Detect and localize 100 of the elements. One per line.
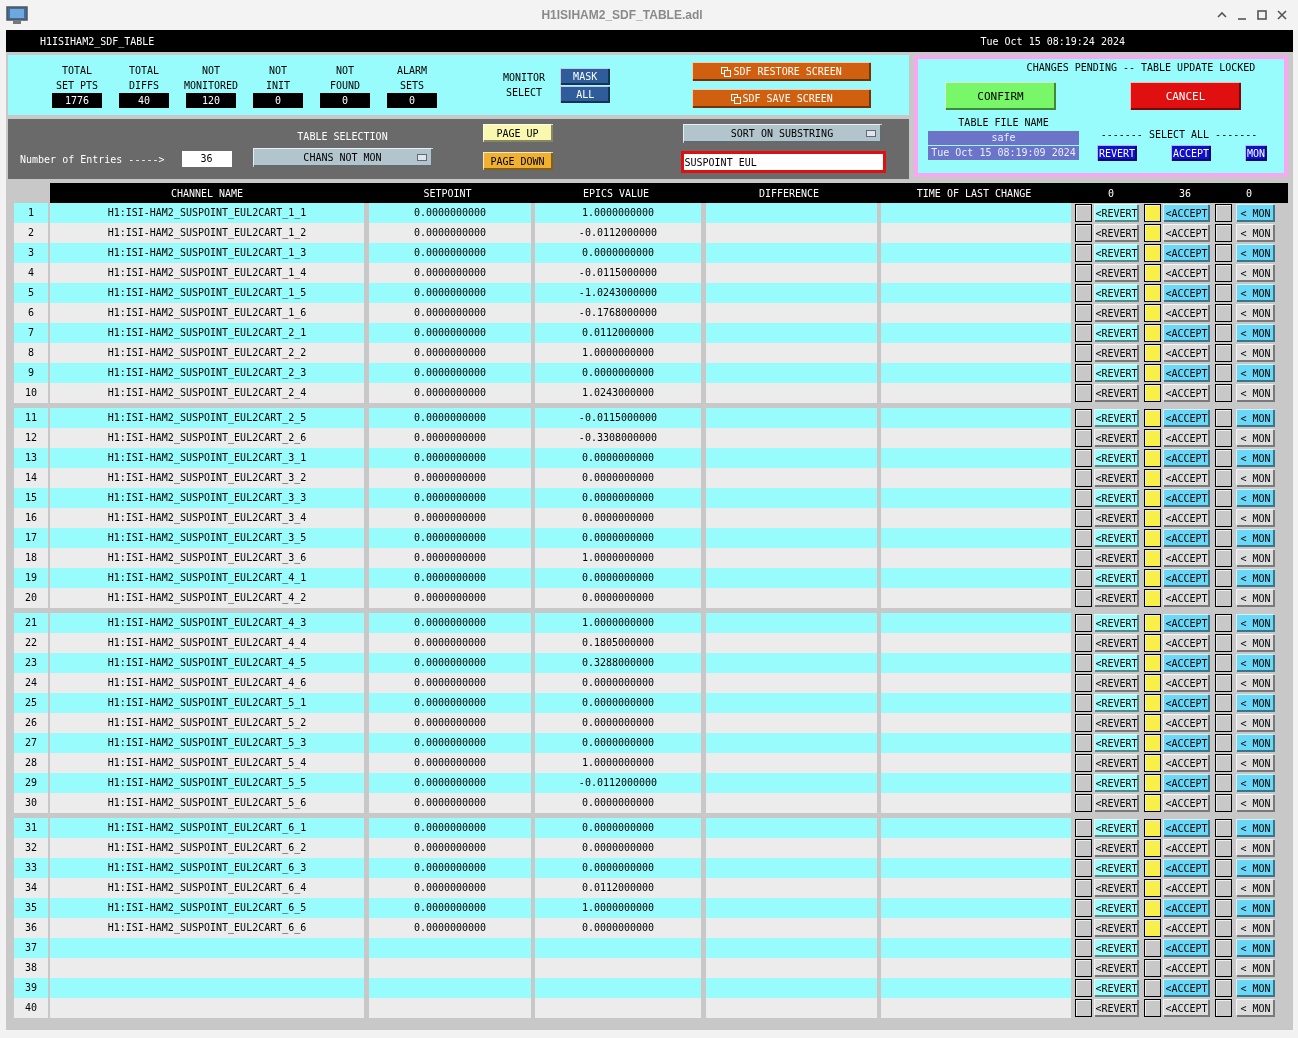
accept-button[interactable]: <ACCEPT: [1163, 754, 1210, 772]
accept-checkbox[interactable]: [1144, 324, 1161, 342]
revert-button[interactable]: <REVERT: [1094, 879, 1139, 897]
accept-checkbox[interactable]: [1144, 819, 1161, 837]
revert-checkbox[interactable]: [1075, 244, 1092, 262]
revert-checkbox[interactable]: [1075, 529, 1092, 547]
revert-checkbox[interactable]: [1075, 754, 1092, 772]
accept-button[interactable]: <ACCEPT: [1163, 569, 1210, 587]
revert-checkbox[interactable]: [1075, 714, 1092, 732]
maximize-icon[interactable]: [1256, 9, 1268, 21]
revert-button[interactable]: <REVERT: [1094, 224, 1139, 242]
revert-button[interactable]: <REVERT: [1094, 429, 1139, 447]
mon-checkbox[interactable]: [1215, 939, 1232, 957]
mon-checkbox[interactable]: [1215, 204, 1232, 222]
mon-button[interactable]: < MON: [1236, 549, 1275, 567]
accept-button[interactable]: <ACCEPT: [1163, 979, 1210, 997]
accept-checkbox[interactable]: [1144, 384, 1161, 402]
revert-button[interactable]: <REVERT: [1094, 939, 1139, 957]
accept-button[interactable]: <ACCEPT: [1163, 344, 1210, 362]
accept-checkbox[interactable]: [1144, 919, 1161, 937]
revert-button[interactable]: <REVERT: [1094, 979, 1139, 997]
accept-checkbox[interactable]: [1144, 284, 1161, 302]
revert-button[interactable]: <REVERT: [1094, 509, 1139, 527]
mon-checkbox[interactable]: [1215, 429, 1232, 447]
accept-button[interactable]: <ACCEPT: [1163, 409, 1210, 427]
revert-checkbox[interactable]: [1075, 654, 1092, 672]
accept-checkbox[interactable]: [1144, 304, 1161, 322]
accept-button[interactable]: <ACCEPT: [1163, 244, 1210, 262]
revert-checkbox[interactable]: [1075, 324, 1092, 342]
revert-button[interactable]: <REVERT: [1094, 794, 1139, 812]
mon-checkbox[interactable]: [1215, 694, 1232, 712]
revert-button[interactable]: <REVERT: [1094, 819, 1139, 837]
mon-button[interactable]: < MON: [1236, 364, 1275, 382]
mon-checkbox[interactable]: [1215, 324, 1232, 342]
mon-button[interactable]: < MON: [1236, 224, 1275, 242]
mon-button[interactable]: < MON: [1236, 879, 1275, 897]
revert-checkbox[interactable]: [1075, 899, 1092, 917]
accept-checkbox[interactable]: [1144, 489, 1161, 507]
revert-checkbox[interactable]: [1075, 429, 1092, 447]
mon-checkbox[interactable]: [1215, 879, 1232, 897]
mon-button[interactable]: < MON: [1236, 774, 1275, 792]
accept-checkbox[interactable]: [1144, 694, 1161, 712]
revert-checkbox[interactable]: [1075, 614, 1092, 632]
revert-button[interactable]: <REVERT: [1094, 324, 1139, 342]
revert-checkbox[interactable]: [1075, 589, 1092, 607]
revert-checkbox[interactable]: [1075, 509, 1092, 527]
revert-button[interactable]: <REVERT: [1094, 264, 1139, 282]
mon-checkbox[interactable]: [1215, 919, 1232, 937]
mon-checkbox[interactable]: [1215, 959, 1232, 977]
select-all-button[interactable]: ACCEPT: [1170, 145, 1212, 161]
accept-checkbox[interactable]: [1144, 979, 1161, 997]
revert-button[interactable]: <REVERT: [1094, 734, 1139, 752]
mon-checkbox[interactable]: [1215, 284, 1232, 302]
mon-checkbox[interactable]: [1215, 364, 1232, 382]
mon-checkbox[interactable]: [1215, 634, 1232, 652]
mon-checkbox[interactable]: [1215, 569, 1232, 587]
accept-checkbox[interactable]: [1144, 654, 1161, 672]
accept-checkbox[interactable]: [1144, 879, 1161, 897]
sort-menu[interactable]: SORT ON SUBSTRING: [682, 124, 882, 143]
accept-button[interactable]: <ACCEPT: [1163, 429, 1210, 447]
mon-checkbox[interactable]: [1215, 674, 1232, 692]
mon-checkbox[interactable]: [1215, 589, 1232, 607]
revert-checkbox[interactable]: [1075, 879, 1092, 897]
accept-button[interactable]: <ACCEPT: [1163, 224, 1210, 242]
accept-button[interactable]: <ACCEPT: [1163, 899, 1210, 917]
mon-button[interactable]: < MON: [1236, 794, 1275, 812]
accept-checkbox[interactable]: [1144, 469, 1161, 487]
mon-button[interactable]: < MON: [1236, 734, 1275, 752]
mon-button[interactable]: < MON: [1236, 674, 1275, 692]
mon-button[interactable]: < MON: [1236, 449, 1275, 467]
monitor-select-button[interactable]: MASK: [560, 67, 611, 85]
mon-button[interactable]: < MON: [1236, 939, 1275, 957]
page-up-button[interactable]: PAGE UP: [482, 124, 553, 142]
mon-button[interactable]: < MON: [1236, 509, 1275, 527]
revert-checkbox[interactable]: [1075, 859, 1092, 877]
mon-checkbox[interactable]: [1215, 244, 1232, 262]
accept-checkbox[interactable]: [1144, 754, 1161, 772]
mon-checkbox[interactable]: [1215, 409, 1232, 427]
mon-checkbox[interactable]: [1215, 614, 1232, 632]
revert-checkbox[interactable]: [1075, 449, 1092, 467]
mon-button[interactable]: < MON: [1236, 754, 1275, 772]
mon-checkbox[interactable]: [1215, 529, 1232, 547]
mon-button[interactable]: < MON: [1236, 819, 1275, 837]
revert-button[interactable]: <REVERT: [1094, 899, 1139, 917]
revert-checkbox[interactable]: [1075, 794, 1092, 812]
confirm-button[interactable]: CONFIRM: [945, 82, 1056, 110]
accept-checkbox[interactable]: [1144, 589, 1161, 607]
revert-checkbox[interactable]: [1075, 284, 1092, 302]
mon-button[interactable]: < MON: [1236, 859, 1275, 877]
mon-button[interactable]: < MON: [1236, 284, 1275, 302]
revert-button[interactable]: <REVERT: [1094, 409, 1139, 427]
revert-checkbox[interactable]: [1075, 549, 1092, 567]
accept-button[interactable]: <ACCEPT: [1163, 469, 1210, 487]
revert-button[interactable]: <REVERT: [1094, 344, 1139, 362]
revert-checkbox[interactable]: [1075, 939, 1092, 957]
accept-button[interactable]: <ACCEPT: [1163, 694, 1210, 712]
revert-checkbox[interactable]: [1075, 959, 1092, 977]
revert-button[interactable]: <REVERT: [1094, 859, 1139, 877]
mon-checkbox[interactable]: [1215, 489, 1232, 507]
mon-button[interactable]: < MON: [1236, 204, 1275, 222]
